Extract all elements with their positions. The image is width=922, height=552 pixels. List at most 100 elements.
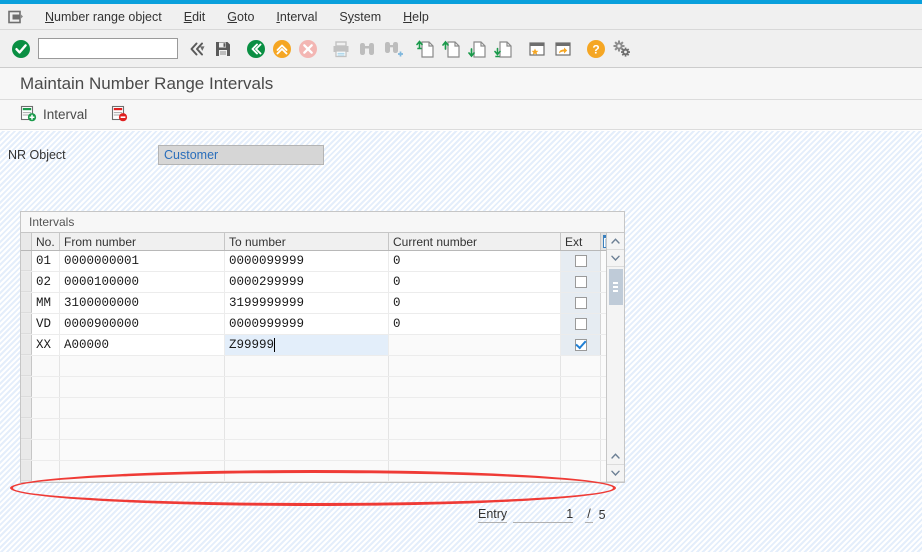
cell-to[interactable] [225, 377, 389, 397]
cell-from[interactable]: A00000 [60, 335, 225, 355]
cell-current[interactable] [389, 440, 561, 460]
column-header-to[interactable]: To number [225, 233, 389, 250]
cell-ext[interactable] [561, 398, 601, 418]
insert-interval-button[interactable]: Interval [14, 103, 93, 127]
table-row-empty[interactable] [21, 377, 606, 398]
cell-ext[interactable] [561, 419, 601, 439]
cell-from[interactable] [60, 356, 225, 376]
delete-interval-button[interactable] [105, 103, 134, 127]
help-button[interactable]: ? [583, 36, 609, 62]
cell-ext[interactable] [561, 335, 601, 355]
cell-from[interactable] [60, 377, 225, 397]
row-selector[interactable] [21, 293, 32, 313]
cell-ext[interactable] [561, 272, 601, 292]
session-icon[interactable] [8, 10, 24, 24]
find-button[interactable] [354, 36, 380, 62]
cell-no[interactable] [32, 419, 60, 439]
cell-to[interactable]: 0000999999 [225, 314, 389, 334]
cell-to[interactable]: 3199999999 [225, 293, 389, 313]
print-button[interactable] [328, 36, 354, 62]
command-field[interactable]: ▾ [38, 38, 205, 59]
row-selector[interactable] [21, 377, 32, 397]
table-row-empty[interactable] [21, 398, 606, 419]
column-header-no[interactable]: No. [32, 233, 60, 250]
menu-item-help[interactable]: Help [392, 10, 440, 24]
cell-current[interactable] [389, 398, 561, 418]
menu-item-edit[interactable]: Edit [173, 10, 217, 24]
cell-to[interactable] [225, 398, 389, 418]
table-row-empty[interactable] [21, 356, 606, 377]
cell-to[interactable]: Z99999 [225, 335, 389, 355]
table-row[interactable]: MM 3100000000 3199999999 0 [21, 293, 606, 314]
save-button[interactable] [210, 36, 236, 62]
cell-current[interactable] [389, 335, 561, 355]
find-next-button[interactable] [380, 36, 406, 62]
cell-to[interactable]: 0000299999 [225, 272, 389, 292]
cell-from[interactable] [60, 461, 225, 481]
menu-item-number-range-object[interactable]: Number range object [34, 10, 173, 24]
cell-from[interactable]: 0000900000 [60, 314, 225, 334]
ext-checkbox[interactable] [574, 297, 587, 309]
table-row-active[interactable]: XX A00000 Z99999 [21, 335, 606, 356]
entry-number-input[interactable]: 1 [513, 507, 574, 523]
cell-to[interactable] [225, 461, 389, 481]
row-selector[interactable] [21, 419, 32, 439]
exit-button[interactable] [243, 36, 269, 62]
cell-from[interactable]: 3100000000 [60, 293, 225, 313]
cell-no[interactable]: XX [32, 335, 60, 355]
cell-no[interactable] [32, 461, 60, 481]
cell-no[interactable]: 01 [32, 251, 60, 271]
menu-item-goto[interactable]: Goto [216, 10, 265, 24]
cell-no[interactable] [32, 398, 60, 418]
cell-no[interactable]: 02 [32, 272, 60, 292]
cell-current[interactable]: 0 [389, 272, 561, 292]
cell-from[interactable]: 0000000001 [60, 251, 225, 271]
row-selector[interactable] [21, 461, 32, 481]
table-row[interactable]: 02 0000100000 0000299999 0 [21, 272, 606, 293]
last-page-button[interactable] [491, 36, 517, 62]
cell-ext[interactable] [561, 461, 601, 481]
ext-checkbox[interactable] [574, 318, 587, 330]
first-page-button[interactable] [413, 36, 439, 62]
cell-current[interactable] [389, 461, 561, 481]
nr-object-field[interactable]: Customer [158, 145, 324, 165]
cell-current[interactable]: 0 [389, 293, 561, 313]
cell-ext[interactable] [561, 251, 601, 271]
row-selector[interactable] [21, 398, 32, 418]
gears-icon[interactable] [609, 36, 635, 62]
cell-current[interactable]: 0 [389, 314, 561, 334]
create-shortcut-button[interactable] [524, 36, 550, 62]
cell-current[interactable] [389, 356, 561, 376]
table-row-empty[interactable] [21, 419, 606, 440]
row-selector[interactable] [21, 251, 32, 271]
cell-to[interactable]: 0000099999 [225, 251, 389, 271]
row-selector[interactable] [21, 272, 32, 292]
scrollbar-thumb[interactable] [608, 269, 623, 305]
cell-current[interactable] [389, 377, 561, 397]
column-header-current[interactable]: Current number [389, 233, 561, 250]
cell-ext[interactable] [561, 440, 601, 460]
table-row[interactable]: 01 0000000001 0000099999 0 [21, 251, 606, 272]
cell-no[interactable]: MM [32, 293, 60, 313]
row-selector[interactable] [21, 440, 32, 460]
cell-no[interactable] [32, 377, 60, 397]
cell-from[interactable]: 0000100000 [60, 272, 225, 292]
row-selector[interactable] [21, 335, 32, 355]
enter-button[interactable] [8, 36, 34, 62]
cell-to[interactable] [225, 419, 389, 439]
cell-ext[interactable] [561, 377, 601, 397]
cell-no[interactable] [32, 356, 60, 376]
scroll-page-up-button[interactable] [607, 448, 624, 465]
vertical-scrollbar[interactable] [606, 232, 624, 482]
cancel-button[interactable] [269, 36, 295, 62]
menu-item-interval[interactable]: Interval [265, 10, 328, 24]
cell-ext[interactable] [561, 314, 601, 334]
scroll-down-button[interactable] [607, 250, 624, 267]
command-input[interactable] [39, 39, 200, 58]
cell-current[interactable]: 0 [389, 251, 561, 271]
scroll-up-button[interactable] [607, 233, 624, 250]
new-session-button[interactable] [550, 36, 576, 62]
cell-ext[interactable] [561, 356, 601, 376]
table-row[interactable]: VD 0000900000 0000999999 0 [21, 314, 606, 335]
back-button[interactable] [184, 36, 210, 62]
